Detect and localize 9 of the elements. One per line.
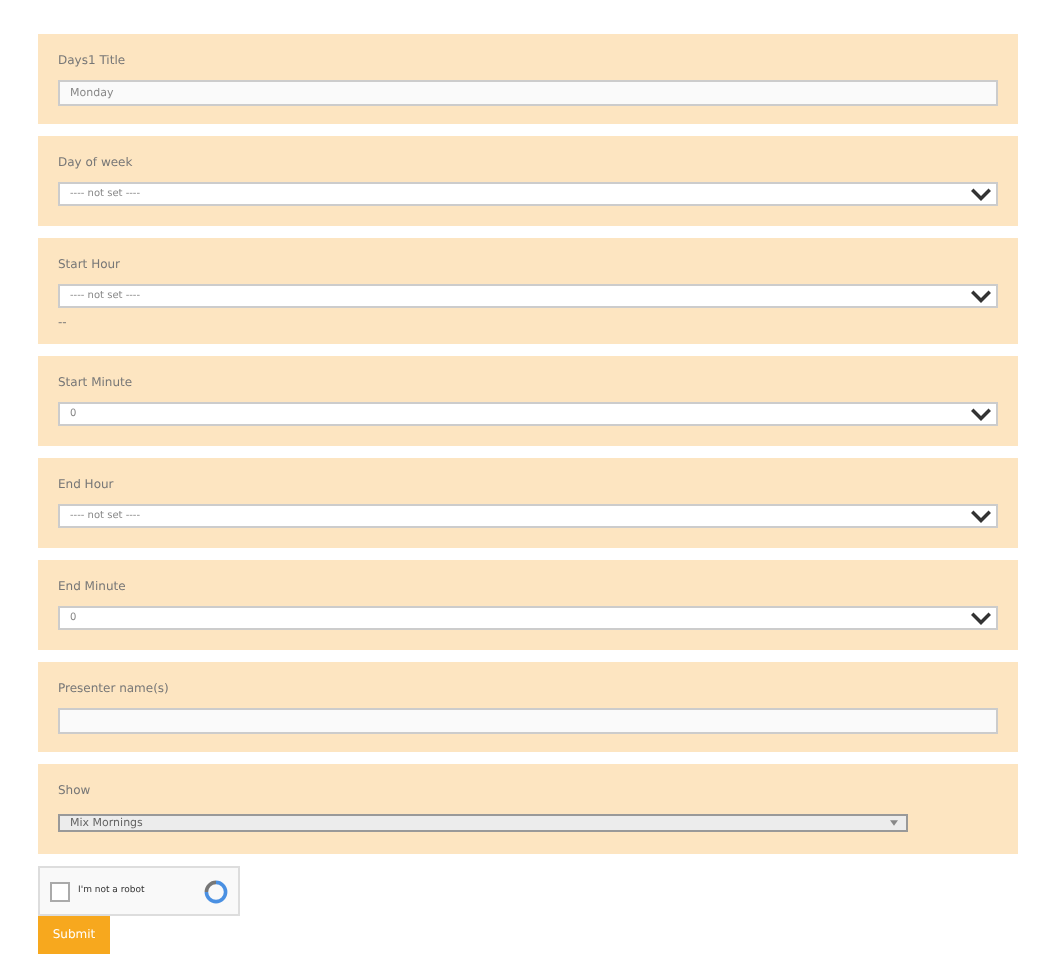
chevron-down-icon	[970, 187, 992, 201]
chevron-down-icon	[970, 289, 992, 303]
dropdown-arrow-icon	[890, 820, 898, 826]
captcha-logo-icon	[204, 879, 228, 903]
text-field[interactable]	[58, 708, 998, 734]
chevron-down-icon	[970, 509, 992, 523]
chevron-down-icon	[970, 407, 992, 421]
captcha-checkbox[interactable]	[50, 881, 70, 901]
chevron-down-icon	[970, 611, 992, 625]
